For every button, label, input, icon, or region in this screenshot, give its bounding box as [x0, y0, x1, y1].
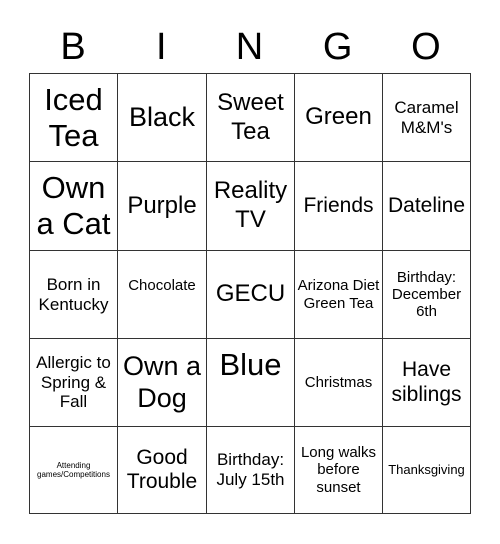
bingo-cell[interactable]: Arizona Diet Green Tea [295, 251, 383, 339]
bingo-cell[interactable]: Black [118, 74, 207, 162]
bingo-cell[interactable]: Chocolate [118, 251, 207, 339]
header-letter-i: I [156, 26, 167, 68]
bingo-cell[interactable]: Green [295, 74, 383, 162]
bingo-cell[interactable]: Blue [207, 339, 295, 427]
bingo-cell[interactable]: Iced Tea [30, 74, 118, 162]
bingo-header: B I N G O [29, 22, 470, 72]
bingo-cell[interactable]: Own a Dog [118, 339, 207, 427]
header-letter-g: G [322, 26, 353, 68]
bingo-cell[interactable]: Own a Cat [30, 162, 118, 251]
bingo-cell[interactable]: Reality TV [207, 162, 295, 251]
bingo-cell[interactable]: GECU [207, 251, 295, 339]
bingo-cell[interactable]: Allergic to Spring & Fall [30, 339, 118, 427]
bingo-cell[interactable]: Purple [118, 162, 207, 251]
bingo-cell[interactable]: Born in Kentucky [30, 251, 118, 339]
bingo-cell[interactable]: Christmas [295, 339, 383, 427]
bingo-cell[interactable]: Attending games/Competitions [30, 427, 118, 513]
header-letter-o: O [411, 26, 441, 68]
bingo-cell[interactable]: Caramel M&M's [383, 74, 470, 162]
header-letter-n: N [235, 26, 264, 68]
bingo-cell[interactable]: Thanksgiving [383, 427, 470, 513]
header-letter-b: B [60, 26, 86, 68]
bingo-grid: Iced Tea Black Sweet Tea Green Caramel M… [29, 73, 471, 514]
bingo-cell[interactable]: Birthday: July 15th [207, 427, 295, 513]
bingo-cell[interactable]: Long walks before sunset [295, 427, 383, 513]
bingo-cell[interactable]: Good Trouble [118, 427, 207, 513]
bingo-cell[interactable]: Birthday: December 6th [383, 251, 470, 339]
bingo-cell[interactable]: Dateline [383, 162, 470, 251]
bingo-cell[interactable]: Friends [295, 162, 383, 251]
bingo-cell[interactable]: Have siblings [383, 339, 470, 427]
bingo-cell[interactable]: Sweet Tea [207, 74, 295, 162]
